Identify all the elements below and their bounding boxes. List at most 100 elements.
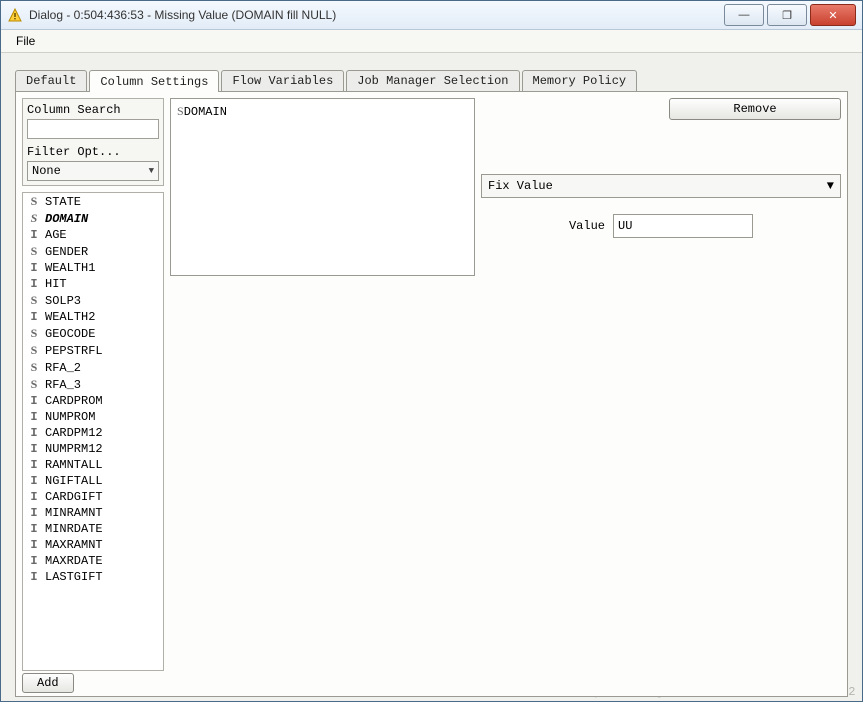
column-item[interactable]: SDOMAIN — [23, 210, 163, 227]
strategy-combo[interactable]: Fix Value ▼ — [481, 174, 841, 198]
left-pane: Column Search Filter Opt... None ▼ SSTAT… — [22, 98, 164, 690]
column-settings-panel: Column Search Filter Opt... None ▼ SSTAT… — [22, 98, 841, 690]
selected-columns-box[interactable]: SDOMAIN — [170, 98, 475, 276]
column-item[interactable]: I HIT — [23, 276, 163, 292]
integer-type-icon: I — [27, 474, 41, 488]
tab-column-settings[interactable]: Column Settings — [89, 70, 219, 92]
integer-type-icon: I — [27, 522, 41, 536]
column-list[interactable]: SSTATESDOMAINIAGESGENDERIWEALTH1IHITSSOL… — [22, 192, 164, 671]
column-search-label: Column Search — [27, 103, 159, 117]
column-item[interactable]: I NGIFTALL — [23, 473, 163, 489]
column-item[interactable]: I MINRDATE — [23, 521, 163, 537]
tab-body: Column Search Filter Opt... None ▼ SSTAT… — [15, 91, 848, 697]
column-item[interactable]: ICARDPM12 — [23, 425, 163, 441]
integer-type-icon: I — [27, 490, 41, 504]
filter-options-combo[interactable]: None ▼ — [27, 161, 159, 181]
tab-flow-variables[interactable]: Flow Variables — [221, 70, 344, 91]
column-item[interactable]: S GENDER — [23, 243, 163, 260]
titlebar: Dialog - 0:504:436:53 - Missing Value (D… — [1, 1, 862, 30]
column-item[interactable]: I CARDGIFT — [23, 489, 163, 505]
column-item[interactable]: IMINRAMNT — [23, 505, 163, 521]
string-type-icon: S — [27, 343, 41, 358]
integer-type-icon: I — [27, 554, 41, 568]
window-title: Dialog - 0:504:436:53 - Missing Value (D… — [29, 8, 721, 22]
string-type-icon: S — [27, 360, 41, 375]
minimize-icon: — — [739, 9, 750, 21]
column-name: RFA_3 — [45, 378, 81, 392]
maximize-icon: ❐ — [782, 9, 792, 22]
column-name: RFA_2 — [45, 361, 81, 375]
maximize-button[interactable]: ❐ — [767, 4, 807, 26]
integer-type-icon: I — [27, 228, 41, 242]
column-name: HIT — [45, 277, 67, 291]
filter-options-value: None — [32, 164, 61, 178]
column-item[interactable]: INUMPRM12 — [23, 441, 163, 457]
chevron-down-icon: ▼ — [149, 166, 154, 176]
column-name: CARDPM12 — [45, 426, 103, 440]
column-name: SOLP3 — [45, 294, 81, 308]
column-item[interactable]: S RFA_2 — [23, 359, 163, 376]
integer-type-icon: I — [27, 261, 41, 275]
column-item[interactable]: SPEPSTRFL — [23, 342, 163, 359]
column-name: AGE — [45, 228, 67, 242]
column-name: RAMNTALL — [45, 458, 103, 472]
string-type-icon: S — [27, 326, 41, 341]
dialog-window: Dialog - 0:504:436:53 - Missing Value (D… — [0, 0, 863, 702]
minimize-button[interactable]: — — [724, 4, 764, 26]
column-name: MAXRAMNT — [45, 538, 103, 552]
string-type-icon: S — [27, 211, 41, 226]
column-name: CARDGIFT — [45, 490, 103, 504]
column-item[interactable]: SSTATE — [23, 193, 163, 210]
strategy-label: Fix Value — [488, 179, 553, 193]
string-type-icon: S — [27, 244, 41, 259]
value-label: Value — [569, 219, 605, 233]
column-search-panel: Column Search Filter Opt... None ▼ — [22, 98, 164, 186]
column-name: CARDPROM — [45, 394, 103, 408]
column-item[interactable]: S RFA_3 — [23, 376, 163, 393]
tab-job-manager[interactable]: Job Manager Selection — [346, 70, 519, 91]
config-top-row: SDOMAIN Remove Fix Value ▼ Value — [170, 98, 841, 276]
column-item[interactable]: I WEALTH1 — [23, 260, 163, 276]
column-name: LASTGIFT — [45, 570, 103, 584]
integer-type-icon: I — [27, 310, 41, 324]
string-type-icon: S — [27, 377, 41, 392]
column-item[interactable]: I AGE — [23, 227, 163, 243]
client-area: Default Column Settings Flow Variables J… — [1, 53, 862, 702]
column-item[interactable]: IWEALTH2 — [23, 309, 163, 325]
tab-memory-policy[interactable]: Memory Policy — [522, 70, 638, 91]
column-item[interactable]: ICARDPROM — [23, 393, 163, 409]
filter-options-label: Filter Opt... — [27, 145, 159, 159]
integer-type-icon: I — [27, 277, 41, 291]
value-row: Value — [481, 214, 841, 238]
column-item[interactable]: ILASTGIFT — [23, 569, 163, 585]
column-name: WEALTH1 — [45, 261, 95, 275]
close-button[interactable]: ✕ — [810, 4, 856, 26]
tabstrip: Default Column Settings Flow Variables J… — [15, 67, 848, 91]
add-button-row: Add — [22, 671, 164, 690]
remove-button[interactable]: Remove — [669, 98, 841, 120]
column-name: GENDER — [45, 245, 88, 259]
column-name: NGIFTALL — [45, 474, 103, 488]
menu-file[interactable]: File — [7, 31, 44, 51]
column-name: NUMPROM — [45, 410, 95, 424]
column-item[interactable]: IMAXRAMNT — [23, 537, 163, 553]
selected-column-name: DOMAIN — [184, 105, 227, 119]
tab-default[interactable]: Default — [15, 70, 87, 91]
integer-type-icon: I — [27, 410, 41, 424]
column-item[interactable]: I NUMPROM — [23, 409, 163, 425]
value-input[interactable] — [613, 214, 753, 238]
spacer — [170, 282, 841, 690]
add-button[interactable]: Add — [22, 673, 74, 693]
center-pane: SDOMAIN Remove Fix Value ▼ Value — [170, 98, 841, 690]
warning-icon — [7, 7, 23, 23]
column-item[interactable]: SSOLP3 — [23, 292, 163, 309]
selected-column-item[interactable]: SDOMAIN — [175, 103, 470, 120]
integer-type-icon: I — [27, 458, 41, 472]
column-search-input[interactable] — [27, 119, 159, 139]
column-name: MINRDATE — [45, 522, 103, 536]
column-item[interactable]: I RAMNTALL — [23, 457, 163, 473]
column-item[interactable]: SGEOCODE — [23, 325, 163, 342]
column-name: STATE — [45, 195, 81, 209]
column-item[interactable]: I MAXRDATE — [23, 553, 163, 569]
column-name: MAXRDATE — [45, 554, 103, 568]
